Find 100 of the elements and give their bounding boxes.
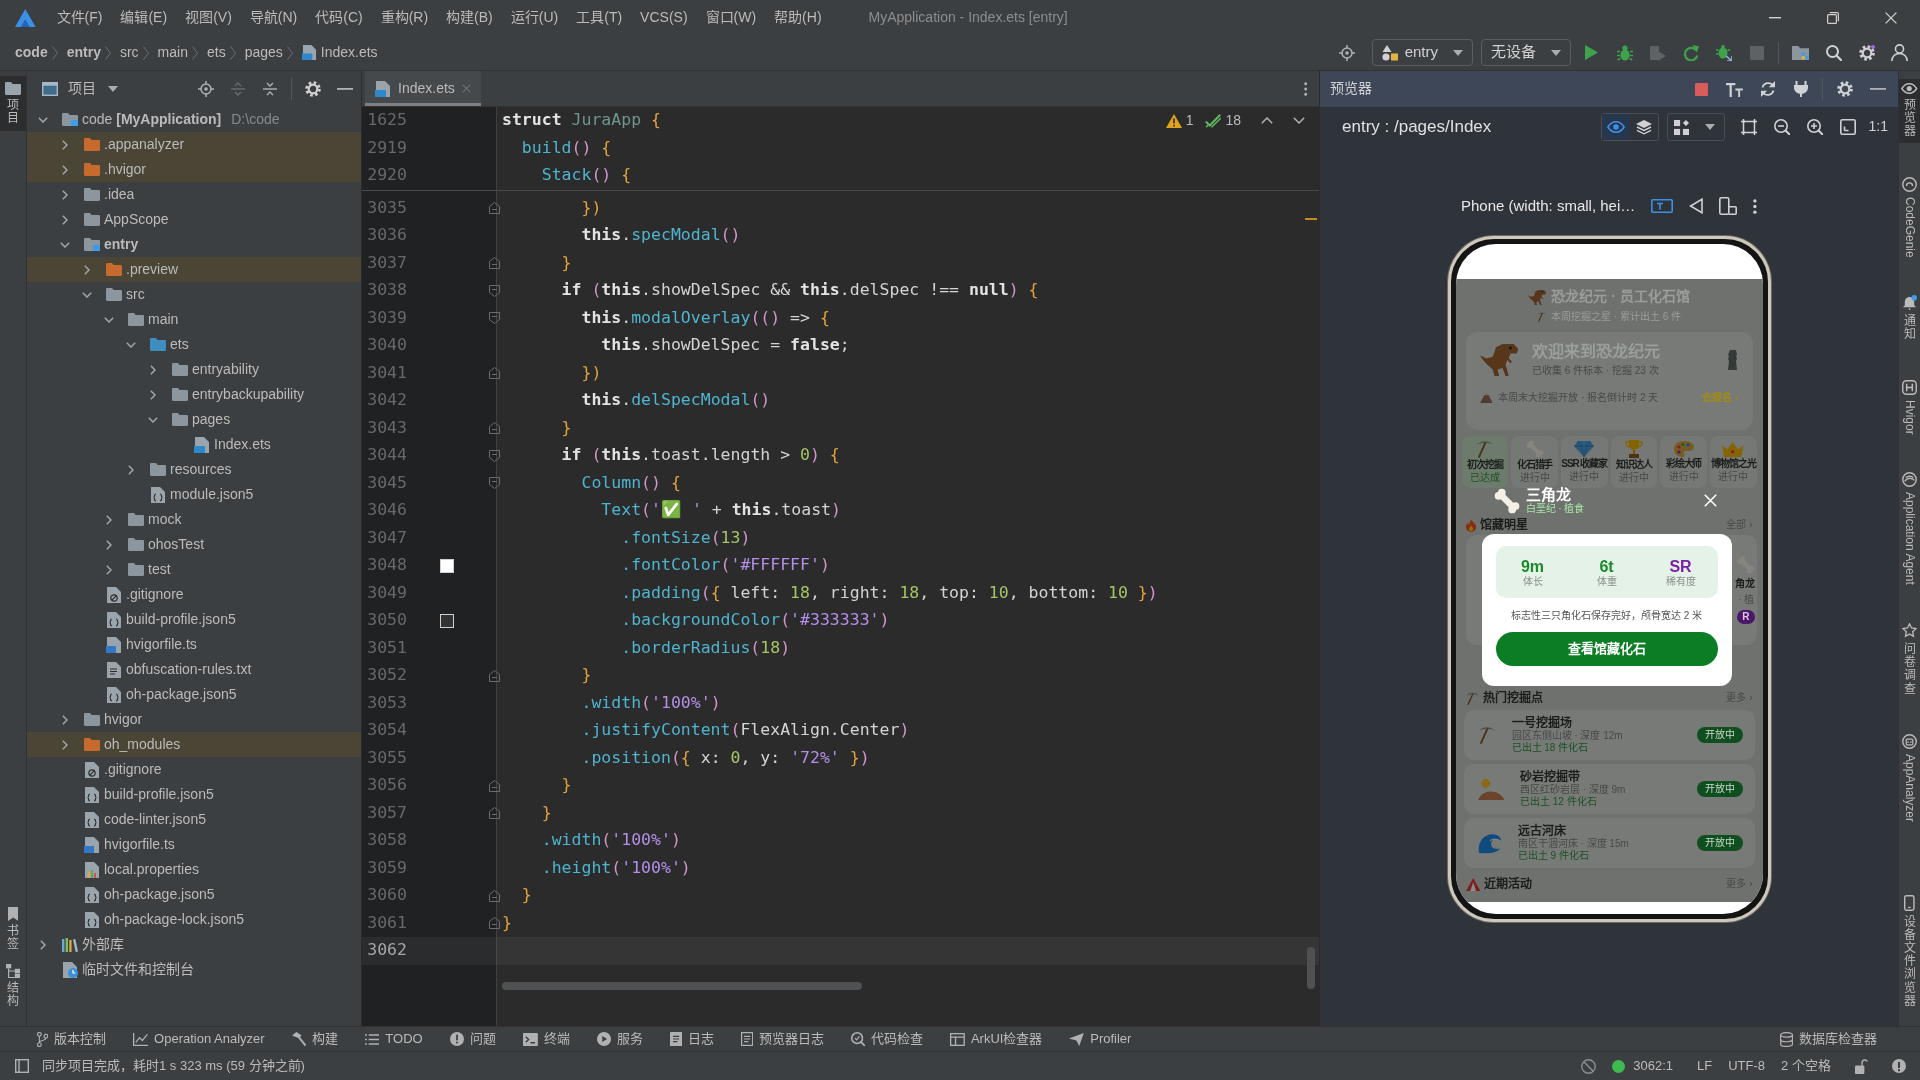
tree-item[interactable]: oh-package.json5 bbox=[27, 682, 361, 707]
tree-item[interactable]: main bbox=[27, 307, 361, 332]
double-check-icon[interactable] bbox=[1205, 113, 1222, 128]
tool-window-label[interactable]: 结构 bbox=[7, 981, 19, 1008]
star-icon[interactable] bbox=[1902, 623, 1917, 639]
frame-icon[interactable] bbox=[1741, 119, 1758, 135]
eye-icon[interactable] bbox=[1901, 83, 1918, 94]
tool-window-button[interactable]: 日志 bbox=[669, 1030, 714, 1048]
phone-icon[interactable] bbox=[1904, 894, 1915, 911]
tool-window-button[interactable]: 问题 bbox=[449, 1030, 496, 1048]
editor-tab[interactable]: Index.ets bbox=[365, 71, 481, 106]
breadcrumb-item[interactable]: pages bbox=[244, 43, 283, 62]
tree-item[interactable]: code-linter.json5 bbox=[27, 807, 361, 832]
chevron-right-icon[interactable] bbox=[62, 164, 68, 175]
alert-circle-icon[interactable] bbox=[1892, 1059, 1906, 1073]
line-separator[interactable]: LF bbox=[1697, 1057, 1713, 1075]
text-box-icon[interactable] bbox=[1651, 199, 1674, 213]
check-count[interactable]: 18 bbox=[1225, 112, 1241, 130]
menu-item[interactable]: VCS(S) bbox=[631, 6, 697, 29]
plug-icon[interactable] bbox=[1792, 81, 1809, 97]
fold-start-icon[interactable] bbox=[489, 477, 500, 490]
zoom-in-icon[interactable] bbox=[1807, 119, 1824, 135]
chevron-down-icon[interactable] bbox=[1293, 117, 1305, 125]
chevron-down-icon[interactable] bbox=[104, 316, 114, 323]
folder-grid-icon[interactable] bbox=[1791, 45, 1810, 60]
tool-window-label[interactable]: 设备文件浏览器 bbox=[1903, 915, 1916, 1008]
tree-item[interactable]: .idea bbox=[27, 182, 361, 207]
bug-arrow-icon[interactable] bbox=[1715, 44, 1732, 61]
chevron-down-icon[interactable] bbox=[82, 291, 92, 298]
chevron-right-icon[interactable] bbox=[62, 214, 68, 225]
tree-item[interactable]: oh-package-lock.json5 bbox=[27, 907, 361, 932]
tree-item[interactable]: Index.ets bbox=[27, 432, 361, 457]
fold-start-icon[interactable] bbox=[489, 312, 500, 325]
tool-window-label[interactable]: 问卷调查 bbox=[1903, 643, 1916, 696]
grid-icon[interactable] bbox=[1674, 119, 1690, 135]
chevron-right-icon[interactable] bbox=[62, 739, 68, 750]
tool-window-tab[interactable]: 预览器 bbox=[1899, 79, 1920, 143]
tool-window-label[interactable]: 书签 bbox=[7, 925, 19, 952]
menu-item[interactable]: 导航(N) bbox=[240, 6, 307, 29]
tool-window-button[interactable]: 代码检查 bbox=[851, 1030, 924, 1048]
tree-item[interactable]: .hvigor bbox=[27, 157, 361, 182]
menu-item[interactable]: 运行(U) bbox=[501, 6, 568, 29]
eye-icon[interactable] bbox=[1606, 121, 1625, 133]
tree-item[interactable]: test bbox=[27, 557, 361, 582]
tree-item[interactable]: build-profile.json5 bbox=[27, 607, 361, 632]
settings-icon[interactable] bbox=[1836, 81, 1853, 97]
tree-item[interactable]: oh-package.json5 bbox=[27, 882, 361, 907]
breadcrumb-item[interactable]: src bbox=[119, 43, 139, 62]
tool-window-button[interactable]: 版本控制 bbox=[37, 1030, 107, 1048]
actual-size-button[interactable]: 1:1 bbox=[1864, 118, 1894, 136]
fold-end-icon[interactable] bbox=[489, 889, 500, 902]
refresh-icon[interactable] bbox=[1682, 44, 1699, 61]
menu-item[interactable]: 编辑(E) bbox=[111, 6, 177, 29]
tool-window-button[interactable]: 构建 bbox=[291, 1030, 338, 1048]
tree-item[interactable]: ohosTest bbox=[27, 532, 361, 557]
chevron-right-icon[interactable] bbox=[106, 514, 112, 525]
fold-end-icon[interactable] bbox=[489, 917, 500, 930]
tree-item[interactable]: mock bbox=[27, 507, 361, 532]
device-name[interactable]: Phone (width: small, hei… bbox=[1461, 196, 1636, 216]
tool-window-button[interactable]: Profiler bbox=[1069, 1030, 1132, 1048]
tree-item[interactable]: .preview bbox=[27, 257, 361, 282]
tree-item[interactable]: pages bbox=[27, 407, 361, 432]
tree-item[interactable]: entryability bbox=[27, 357, 361, 382]
tool-window-button[interactable]: 服务 bbox=[596, 1030, 643, 1048]
tool-window-label[interactable]: AppAnalyzer bbox=[1903, 753, 1916, 822]
tool-window-tab[interactable]: 项目 bbox=[0, 76, 26, 132]
chevron-right-icon[interactable] bbox=[62, 189, 68, 200]
account-icon[interactable] bbox=[1891, 44, 1908, 61]
caret-icon[interactable] bbox=[1704, 124, 1715, 130]
breadcrumb-item[interactable]: main bbox=[157, 43, 188, 62]
menu-item[interactable]: 视图(V) bbox=[176, 6, 241, 29]
settings-icon[interactable] bbox=[1858, 44, 1875, 61]
tree-item[interactable]: entrybackupability bbox=[27, 382, 361, 407]
tree-item[interactable]: entry bbox=[27, 232, 361, 257]
more-icon[interactable] bbox=[1303, 81, 1307, 96]
indent-setting[interactable]: 2 个空格 bbox=[1781, 1057, 1831, 1075]
menu-item[interactable]: 代码(C) bbox=[306, 6, 372, 29]
restore-icon[interactable] bbox=[1827, 11, 1839, 24]
circle-arc-icon[interactable] bbox=[1902, 176, 1917, 192]
tree-item[interactable]: 外部库 bbox=[27, 932, 361, 957]
tree-item[interactable]: build-profile.json5 bbox=[27, 782, 361, 807]
tree-item[interactable]: local.properties bbox=[27, 857, 361, 882]
menu-item[interactable]: 窗口(W) bbox=[696, 6, 766, 29]
tree-item[interactable]: module.json5 bbox=[27, 482, 361, 507]
tool-window-button[interactable]: 预览器日志 bbox=[740, 1030, 825, 1048]
tool-window-button[interactable]: 数据库检查器 bbox=[1779, 1030, 1877, 1048]
menu-item[interactable]: 构建(B) bbox=[437, 6, 502, 29]
breadcrumb-item[interactable]: ets bbox=[206, 43, 226, 62]
chevron-right-icon[interactable] bbox=[84, 264, 90, 275]
minimize-icon[interactable] bbox=[1869, 88, 1886, 90]
tree-item[interactable]: hvigorfile.ts bbox=[27, 832, 361, 857]
fold-end-icon[interactable] bbox=[489, 367, 500, 380]
tool-window-label[interactable]: 项目 bbox=[7, 99, 19, 126]
breadcrumb-item[interactable]: entry bbox=[66, 43, 101, 62]
tool-window-label[interactable]: Hvigor bbox=[1903, 399, 1916, 435]
tree-item[interactable]: AppScope bbox=[27, 207, 361, 232]
tree-item[interactable]: obfuscation-rules.txt bbox=[27, 657, 361, 682]
achievement-tile[interactable]: 初次挖掘 已达成 bbox=[1461, 436, 1509, 488]
menu-item[interactable]: 文件(F) bbox=[47, 6, 112, 29]
tree-item[interactable]: resources bbox=[27, 457, 361, 482]
